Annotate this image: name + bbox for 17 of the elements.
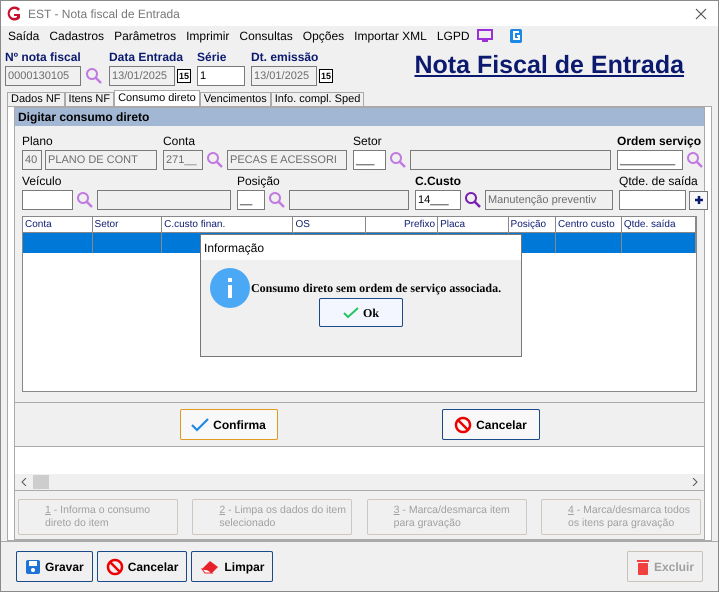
section-header: Digitar consumo direto bbox=[15, 108, 704, 126]
field-label: Plano bbox=[22, 134, 54, 148]
field-label: C.Custo bbox=[415, 174, 462, 188]
field-label: Setor bbox=[353, 134, 383, 148]
field-label: Qtde. de saída bbox=[619, 174, 699, 188]
field-label: Data Entrada bbox=[109, 50, 184, 64]
field-label: Dt. emissão bbox=[251, 50, 320, 64]
field-label: Veículo bbox=[22, 174, 62, 188]
field-label: Posição bbox=[237, 174, 281, 188]
page-title: Nota Fiscal de Entrada bbox=[414, 50, 684, 80]
field-label: Série bbox=[197, 50, 228, 64]
dialog-title: Informação bbox=[204, 240, 264, 256]
window-title: EST - Nota fiscal de Entrada bbox=[28, 6, 181, 22]
field-label: Conta bbox=[163, 134, 196, 148]
field-label: Nº nota fiscal bbox=[5, 50, 82, 64]
dialog-message: Consumo direto sem ordem de serviço associada. bbox=[251, 280, 502, 297]
field-label: Ordem serviço bbox=[617, 134, 702, 148]
